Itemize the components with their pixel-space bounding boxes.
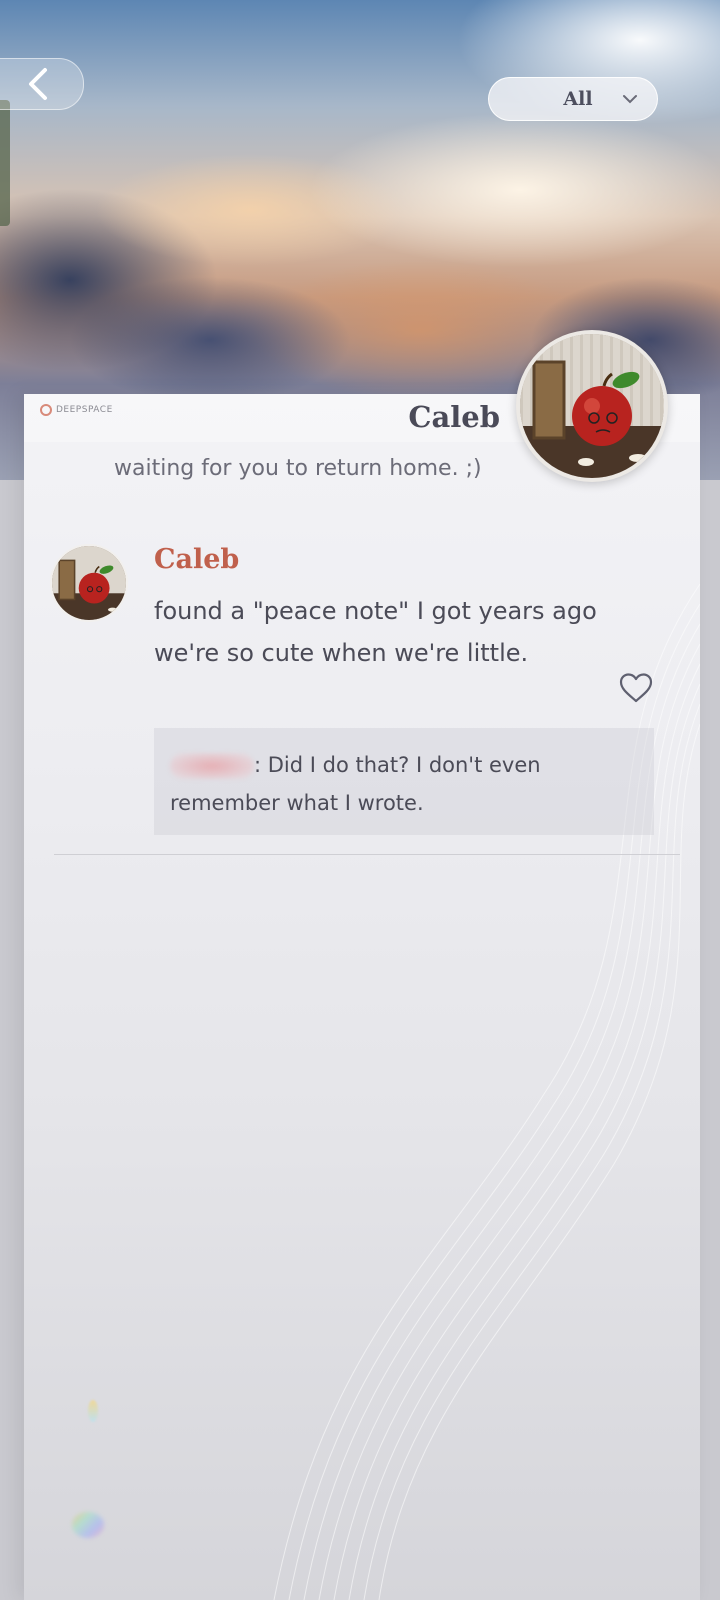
profile-name: Caleb <box>408 400 500 434</box>
redacted-commenter-name <box>170 753 254 779</box>
filter-selected-label: All <box>563 88 593 110</box>
profile-status: waiting for you to return home. ;) <box>114 456 482 481</box>
apple-photo <box>520 334 664 478</box>
chevron-left-icon <box>29 68 47 100</box>
profile-avatar[interactable] <box>516 330 668 482</box>
lens-flare <box>72 1512 104 1538</box>
post-author-name[interactable]: Caleb <box>154 544 239 575</box>
post-divider <box>54 854 680 855</box>
post-text-line: we're so cute when we're little. <box>154 639 529 667</box>
heart-outline-icon <box>619 673 653 703</box>
chevron-down-icon <box>623 95 637 104</box>
brand-logo-icon <box>40 404 52 416</box>
like-button[interactable] <box>618 672 654 708</box>
brand-text: DEEPSPACE <box>56 405 113 415</box>
post-author-avatar[interactable] <box>50 544 128 622</box>
apple-photo <box>52 546 126 620</box>
post-text-line: found a "peace note" I got years ago <box>154 597 597 625</box>
back-button[interactable] <box>0 58 84 110</box>
brand-mark: DEEPSPACE <box>40 404 113 416</box>
filter-dropdown[interactable]: All <box>488 77 658 121</box>
lens-flare <box>88 1400 98 1422</box>
comment-box[interactable]: : Did I do that? I don't even remember w… <box>154 728 654 835</box>
side-edge-tab[interactable] <box>0 100 10 226</box>
post-text: found a "peace note" I got years ago we'… <box>154 590 654 674</box>
